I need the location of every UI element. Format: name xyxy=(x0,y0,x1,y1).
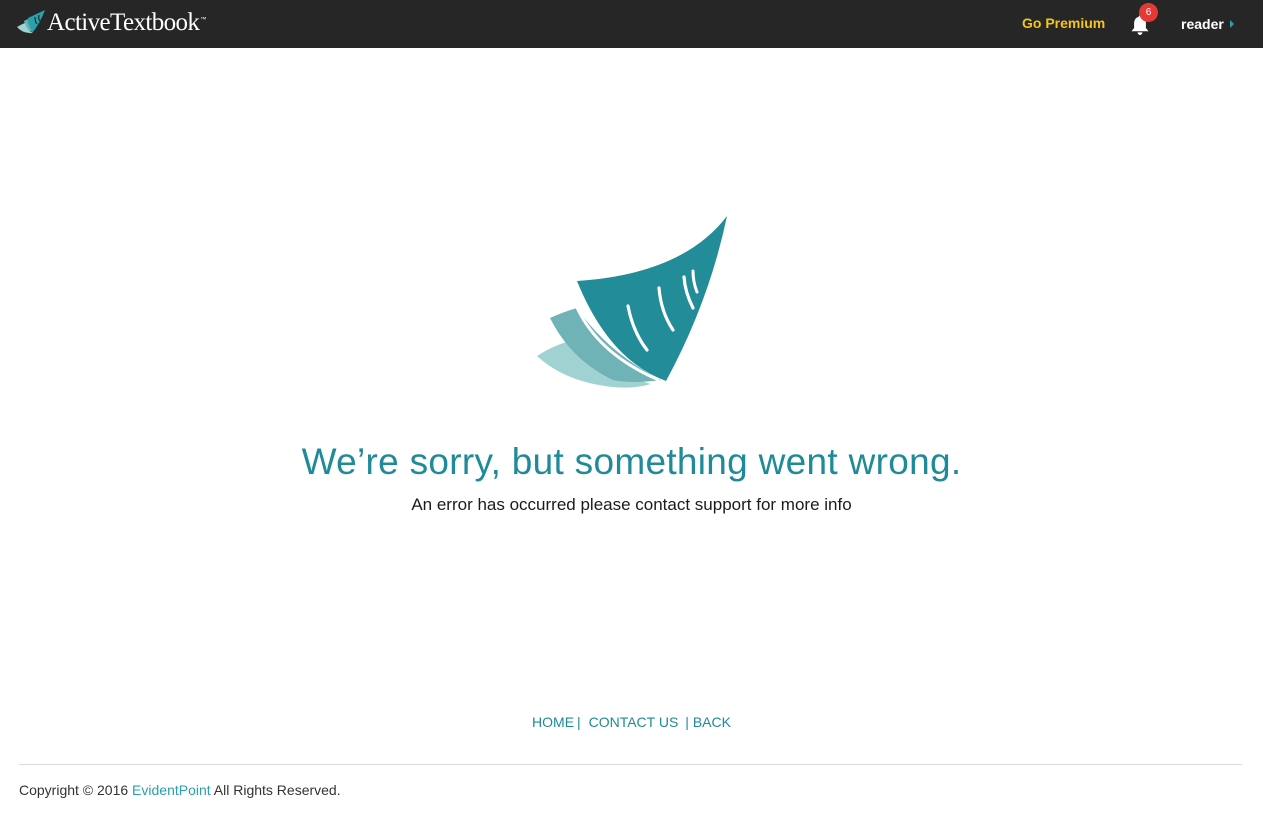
link-separator: | xyxy=(685,714,689,730)
caret-right-icon xyxy=(1229,20,1234,28)
copyright-notice: Copyright © 2016 EvidentPoint All Rights… xyxy=(19,781,341,799)
link-separator: | xyxy=(577,714,581,730)
brand-trademark: ™ xyxy=(200,17,207,23)
go-premium-link[interactable]: Go Premium xyxy=(1022,14,1105,32)
notification-count-badge: 6 xyxy=(1139,3,1158,22)
brand-logo-link[interactable]: ActiveTextbook ™ xyxy=(16,8,206,38)
copyright-suffix: All Rights Reserved. xyxy=(213,782,341,798)
evidentpoint-link[interactable]: EvidentPoint xyxy=(132,782,211,798)
top-nav-bar: ActiveTextbook ™ Go Premium 6 reader xyxy=(0,0,1263,48)
back-link[interactable]: BACK xyxy=(693,714,731,730)
brand-name: ActiveTextbook xyxy=(47,9,200,36)
notifications-button[interactable]: 6 xyxy=(1129,3,1158,36)
footer-links: HOME | CONTACT US | BACK xyxy=(0,713,1263,731)
footer-divider xyxy=(19,764,1242,765)
contact-us-link[interactable]: CONTACT US xyxy=(589,714,679,730)
activetextbook-logo-icon xyxy=(17,10,45,34)
error-message: An error has occurred please contact sup… xyxy=(411,495,852,514)
copyright-prefix: Copyright © 2016 xyxy=(19,782,129,798)
book-pages-illustration xyxy=(537,216,727,388)
error-title: We’re sorry, but something went wrong. xyxy=(301,441,962,482)
home-link[interactable]: HOME xyxy=(532,714,574,730)
user-name: reader xyxy=(1181,16,1224,32)
user-menu[interactable]: reader xyxy=(1181,15,1234,33)
